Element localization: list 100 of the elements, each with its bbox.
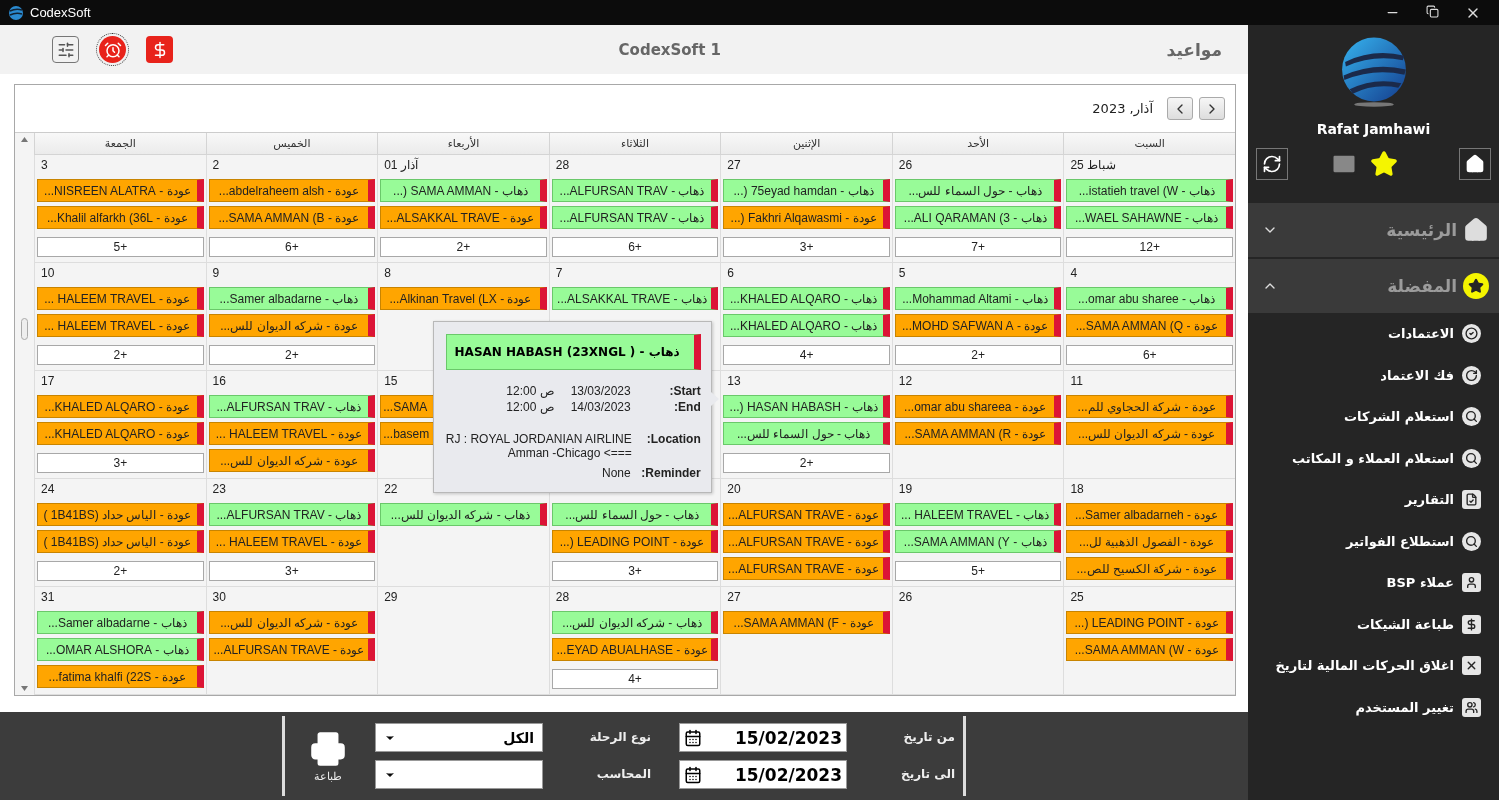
more-button[interactable]: 4+ <box>551 669 719 689</box>
star-icon[interactable] <box>1370 150 1398 178</box>
appointment[interactable]: ...SAMA <box>380 395 435 418</box>
more-button[interactable]: 4+ <box>723 345 890 365</box>
more-button[interactable]: 2+ <box>37 345 204 365</box>
menu-item[interactable]: استعلام العملاء و المكاتب <box>1248 437 1499 479</box>
appointment[interactable]: ذهاب - حول السماء للس... <box>723 422 890 445</box>
appointment[interactable]: ذهاب - ALFURSAN TRAV... <box>208 395 376 418</box>
appointment[interactable]: ذهاب - شركه الديوان للس... <box>551 611 719 634</box>
appointment[interactable]: عودة - LEADING POINT (... <box>1066 611 1233 634</box>
menu-item[interactable]: عملاء BSP <box>1248 562 1499 604</box>
appointment[interactable]: ذهاب - HASAN HABASH (... <box>723 395 890 418</box>
more-button[interactable]: 3+ <box>723 237 890 257</box>
appointment[interactable]: عودة - شركه الديوان للس... <box>208 449 376 472</box>
appointment[interactable]: ذهاب - SAMA AMMAN (... <box>380 179 547 202</box>
more-button[interactable]: 12+ <box>1066 237 1233 257</box>
appointment[interactable]: عودة - ALFURSAN TRAVE... <box>208 638 376 661</box>
appointment[interactable]: عودة - Fakhri Alqawasmi (... <box>723 206 890 229</box>
appointment[interactable]: ذهاب - حول السماء للس... <box>894 179 1062 202</box>
appointment[interactable]: ذهاب - Samer albadarne... <box>37 611 204 634</box>
date-field[interactable]: 15/02/2023 <box>679 723 847 752</box>
more-button[interactable]: 2+ <box>208 345 376 365</box>
calendar-icon[interactable] <box>684 765 702 784</box>
refresh-icon[interactable] <box>1256 148 1288 180</box>
appointment[interactable]: ذهاب - ALFURSAN TRAV... <box>208 503 376 526</box>
more-button[interactable]: 6+ <box>208 237 376 257</box>
appointment[interactable]: ذهاب - WAEL SAHAWNE... <box>1066 206 1233 229</box>
appointment[interactable]: عودة - HALEEM TRAVEL ... <box>208 530 376 553</box>
appointment[interactable]: ذهاب - KHALED ALQARO... <box>723 287 890 310</box>
more-button[interactable]: 3+ <box>37 453 204 473</box>
appointment[interactable]: عودة - شركة الكسيح للص... <box>1066 557 1233 580</box>
appointment[interactable]: عودة - abdelraheem alsh... <box>208 179 376 202</box>
print-button[interactable]: طباعة <box>309 729 347 783</box>
appointment[interactable]: عودة - MOHD SAFWAN A... <box>894 314 1062 337</box>
more-button[interactable]: 2+ <box>723 453 890 473</box>
appointment[interactable]: عودة - fatima khalfi (22S... <box>37 665 204 688</box>
accountant-select[interactable] <box>375 760 543 789</box>
menu-item[interactable]: طباعة الشيكات <box>1248 603 1499 645</box>
appointment[interactable]: ذهاب - Samer albadarne... <box>208 287 376 310</box>
appointment[interactable]: ذهاب - ALFURSAN TRAV... <box>551 179 719 202</box>
appointment[interactable]: ذهاب - omar abu sharee... <box>1066 287 1233 310</box>
more-button[interactable]: 6+ <box>551 237 719 257</box>
appointment[interactable]: ذهاب - OMAR ALSHORA... <box>37 638 204 661</box>
appointment[interactable]: عودة - Khalil alfarkh (36L... <box>37 206 204 229</box>
previous-month-button[interactable] <box>1167 97 1193 120</box>
appointment[interactable]: عودة - SAMA AMMAN (R... <box>894 422 1062 445</box>
appointment[interactable]: عودة - SAMA AMMAN (B... <box>208 206 376 229</box>
menu-item[interactable]: فك الاعتماد <box>1248 354 1499 396</box>
appointment[interactable]: عودة - ALSAKKAL TRAVE... <box>380 206 547 229</box>
date-field[interactable]: 15/02/2023 <box>679 760 847 789</box>
menu-group[interactable]: الرئيسية <box>1248 203 1499 257</box>
appointment[interactable]: ذهاب - Mohammad Altami... <box>894 287 1062 310</box>
appointment[interactable]: عودة - HALEEM TRAVEL ... <box>37 287 204 310</box>
appointment[interactable]: ...basem <box>380 422 435 445</box>
appointment[interactable]: عودة - KHALED ALQARO... <box>37 422 204 445</box>
restore-icon[interactable] <box>1426 4 1439 18</box>
appointment[interactable]: عودة - KHALED ALQARO... <box>37 395 204 418</box>
appointment[interactable]: عودة - شركه الديوان للس... <box>208 314 376 337</box>
appointment[interactable]: عودة - Alkinan Travel (LX... <box>380 287 547 310</box>
appointment[interactable]: عودة - شركه الديوان للس... <box>208 611 376 634</box>
more-button[interactable]: 5+ <box>894 561 1062 581</box>
appointment[interactable]: ذهاب - HALEEM TRAVEL ... <box>894 503 1062 526</box>
more-button[interactable]: 2+ <box>380 237 547 257</box>
menu-item[interactable]: استعلام الشركات <box>1248 396 1499 438</box>
appointment[interactable]: عودة - SAMA AMMAN (Q... <box>1066 314 1233 337</box>
calendar-icon[interactable] <box>684 728 702 747</box>
appointment[interactable]: عودة - ALFURSAN TRAVE... <box>723 557 890 580</box>
appointment[interactable]: عودة - HALEEM TRAVEL ... <box>208 422 376 445</box>
appointment[interactable]: عودة - Samer albadarneh... <box>1066 503 1233 526</box>
appointment[interactable]: عودة - HALEEM TRAVEL ... <box>37 314 204 337</box>
appointment[interactable]: عودة - الياس حداد (1B41BS ) <box>37 530 204 553</box>
appointment[interactable]: عودة - SAMA AMMAN (W... <box>1066 638 1233 661</box>
more-button[interactable]: 2+ <box>37 561 204 581</box>
more-button[interactable]: 7+ <box>894 237 1062 257</box>
more-button[interactable]: 3+ <box>208 561 376 581</box>
appointment[interactable]: عودة - ALFURSAN TRAVE... <box>723 530 890 553</box>
scroll-up-icon[interactable] <box>21 137 28 142</box>
appointment[interactable]: عودة - شركه الديوان للس... <box>1066 422 1233 445</box>
appointment[interactable]: ذهاب - حول السماء للس... <box>551 503 719 526</box>
appointment[interactable]: عودة - شركة الحجاوي للم... <box>1066 395 1233 418</box>
appointment[interactable]: عودة - LEADING POINT (... <box>551 530 719 553</box>
more-button[interactable]: 2+ <box>894 345 1062 365</box>
alarm-clock-icon[interactable] <box>99 36 126 63</box>
settings-icon[interactable] <box>52 36 79 63</box>
appointment[interactable]: ذهاب - SAMA AMMAN (Y... <box>894 530 1062 553</box>
appointment[interactable]: ذهاب - شركه الديوان للس... <box>380 503 547 526</box>
more-button[interactable]: 5+ <box>37 237 204 257</box>
menu-item[interactable]: استطلاع الفواتير <box>1248 520 1499 562</box>
trip-type-select[interactable]: الكل <box>375 723 543 752</box>
appointment[interactable]: ذهاب - istatieh travel (W... <box>1066 179 1233 202</box>
appointment[interactable]: عودة - NISREEN ALATRA... <box>37 179 204 202</box>
appointment[interactable]: ذهاب - KHALED ALQARO... <box>723 314 890 337</box>
appointment[interactable]: عودة - SAMA AMMAN (F... <box>723 611 890 634</box>
appointment[interactable]: ذهاب - ALSAKKAL TRAVE... <box>551 287 719 310</box>
menu-item[interactable]: التقارير <box>1248 479 1499 521</box>
appointment[interactable]: عودة - EYAD ABUALHASE... <box>551 638 719 661</box>
scrollbar[interactable] <box>15 133 34 695</box>
more-button[interactable]: 3+ <box>551 561 719 581</box>
scroll-down-icon[interactable] <box>21 686 28 691</box>
appointment[interactable]: عودة - الياس حداد (1B41BS ) <box>37 503 204 526</box>
